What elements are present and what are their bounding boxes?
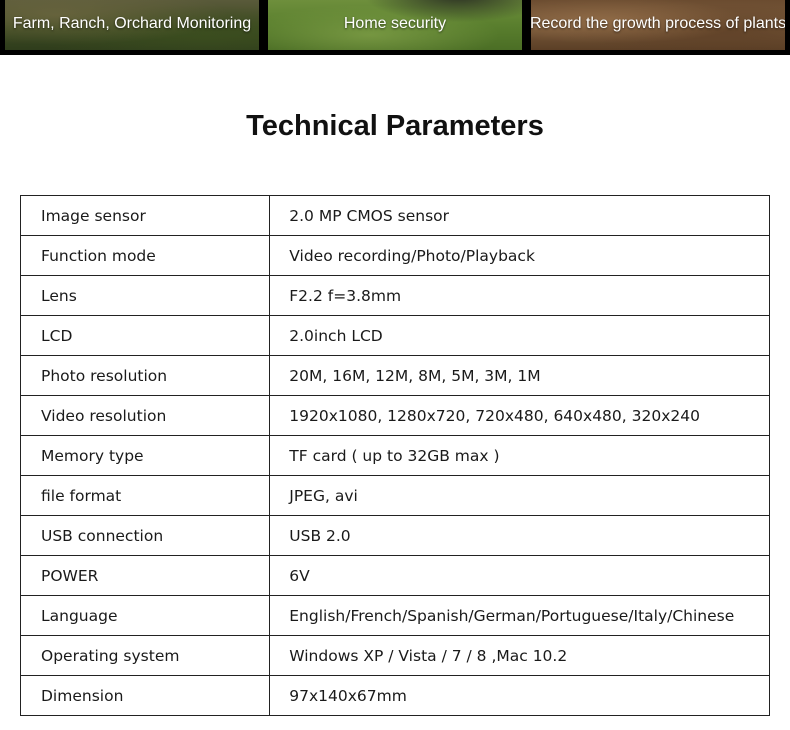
parameter-value: 2.0 MP CMOS sensor [269,195,770,236]
table-row: Photo resolution 20M, 16M, 12M, 8M, 5M, 3… [19,355,770,396]
table-row: Operating system Windows XP / Vista / 7 /… [19,635,770,676]
parameter-value: Video recording/Photo/Playback [269,235,770,276]
parameter-value: 6V [269,555,770,596]
parameter-value: Windows XP / Vista / 7 / 8 ,Mac 10.2 [269,635,770,676]
table-row: Function mode Video recording/Photo/Playb… [19,235,770,276]
parameter-label: Function mode [19,235,271,276]
parameters-table: Image sensor 2.0 MP CMOS sensor Function m… [19,195,770,716]
parameter-label: Memory type [19,435,271,476]
parameter-value: 2.0inch LCD [269,315,770,356]
table-row: Language English/French/Spanish/German/Po… [19,595,770,636]
parameter-value: 97x140x67mm [269,675,770,716]
table-row: POWER 6V [19,555,770,596]
parameter-label: file format [19,475,271,516]
banner-strip: Farm, Ranch, Orchard Monitoring Home sec… [0,0,790,55]
table-row: USB connection USB 2.0 [19,515,770,556]
parameter-label: Dimension [19,675,271,716]
table-row: Image sensor 2.0 MP CMOS sensor [19,195,770,236]
parameter-label: Video resolution [19,395,271,436]
table-row: Memory type TF card ( up to 32GB max ) [19,435,770,476]
parameter-label: Photo resolution [19,355,271,396]
table-row: Lens F2.2 f=3.8mm [19,275,770,316]
parameter-label: Lens [19,275,271,316]
banner-farm-monitoring: Farm, Ranch, Orchard Monitoring [5,0,259,50]
banner-label: Farm, Ranch, Orchard Monitoring [12,15,252,32]
table-row: file format JPEG, avi [19,475,770,516]
parameter-value: 20M, 16M, 12M, 8M, 5M, 3M, 1M [269,355,770,396]
page-title: Technical Parameters [246,110,544,142]
parameter-label: Image sensor [19,195,271,236]
banner-home-security: Home security [268,0,522,50]
parameter-value: 1920x1080, 1280x720, 720x480, 640x480, 3… [269,395,770,436]
banner-label: Home security [343,15,447,32]
table-row: Dimension 97x140x67mm [19,675,770,716]
parameter-value: JPEG, avi [269,475,770,516]
banner-plant-growth: Record the growth process of plants [531,0,785,50]
parameter-label: USB connection [19,515,271,556]
parameter-value: USB 2.0 [269,515,770,556]
parameter-value: F2.2 f=3.8mm [269,275,770,316]
parameter-value: TF card ( up to 32GB max ) [269,435,770,476]
parameter-label: LCD [19,315,271,356]
table-row: Video resolution 1920x1080, 1280x720, 720… [19,395,770,436]
table-row: LCD 2.0inch LCD [19,315,770,356]
banner-label: Record the growth process of plants [531,15,785,32]
parameter-label: POWER [19,555,271,596]
parameter-value: English/French/Spanish/German/Portuguese… [269,595,770,636]
parameter-label: Operating system [19,635,271,676]
parameter-label: Language [19,595,271,636]
